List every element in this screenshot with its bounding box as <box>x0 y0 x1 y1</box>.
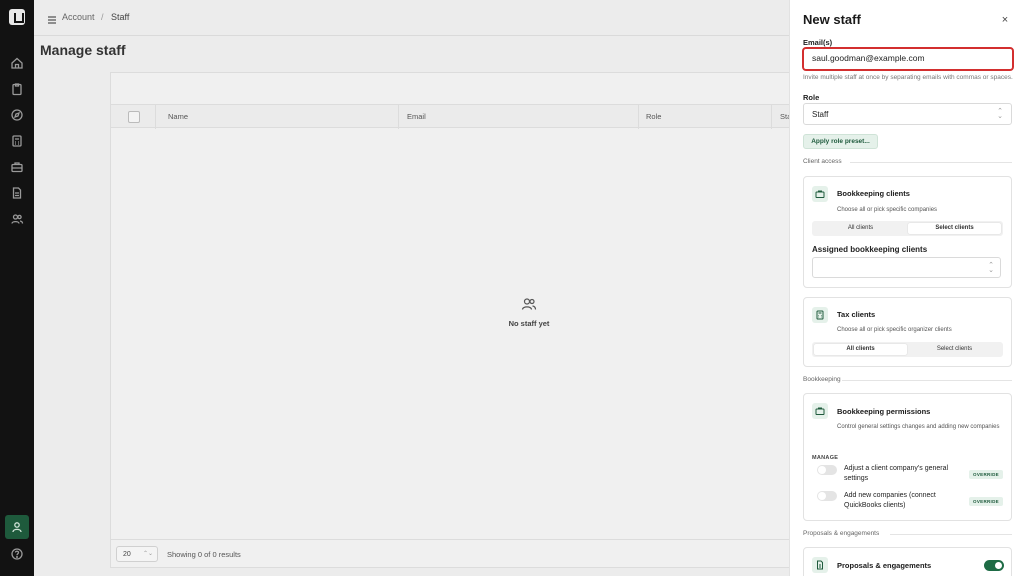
card-subtitle: Choose all or pick specific organizer cl… <box>837 327 952 333</box>
emails-hint: Invite multiple staff at once by separat… <box>803 74 1013 81</box>
briefcase-icon[interactable] <box>10 160 24 174</box>
briefcase-icon <box>812 403 828 419</box>
document-icon <box>812 557 828 573</box>
override-badge: OVERRIDE <box>969 497 1003 506</box>
section-divider <box>850 162 1012 163</box>
bookkeeping-permissions-card: Bookkeeping permissions Control general … <box>803 393 1012 521</box>
add-companies-toggle[interactable] <box>817 491 837 501</box>
apply-role-preset-button[interactable]: Apply role preset... <box>803 134 878 149</box>
role-select[interactable]: Staff ⌃ ⌄ <box>803 103 1012 125</box>
card-title: Bookkeeping permissions <box>837 407 931 416</box>
proposals-card: Proposals & engagements <box>803 547 1012 576</box>
card-title: Bookkeeping clients <box>837 189 910 198</box>
main-area: Account / Staff Manage staff Name Email … <box>34 0 789 576</box>
tax-clients-card: Tax clients Choose all or pick specific … <box>803 297 1012 367</box>
option-all-clients[interactable]: All clients <box>814 344 907 355</box>
staff-table: Name Email Role Sta No staff yet 20 ⌃⌄ S… <box>110 72 789 568</box>
column-divider <box>398 105 399 129</box>
bookkeeping-clients-toggle: All clients Select clients <box>812 221 1003 236</box>
card-title: Proposals & engagements <box>837 561 932 570</box>
clipboard-icon[interactable] <box>10 82 24 96</box>
assigned-clients-label: Assigned bookkeeping clients <box>812 245 928 254</box>
card-subtitle: Choose all or pick specific companies <box>837 207 938 213</box>
help-icon[interactable] <box>10 547 24 561</box>
assigned-clients-select[interactable]: ⌃ ⌄ <box>812 257 1001 278</box>
results-count: Showing 0 of 0 results <box>167 550 241 559</box>
chevron-updown-icon: ⌃⌄ <box>997 108 1003 120</box>
role-value: Staff <box>812 110 829 119</box>
person-icon <box>12 522 22 533</box>
column-header-status[interactable]: Sta <box>780 112 789 121</box>
proposals-toggle[interactable] <box>984 560 1004 571</box>
drawer-title: New staff <box>803 12 861 27</box>
emails-label: Email(s) <box>803 38 833 47</box>
chevron-updown-icon: ⌃⌄ <box>142 551 153 557</box>
calculator-icon <box>812 307 828 323</box>
profile-nav-button[interactable] <box>5 515 29 539</box>
app-logo[interactable] <box>9 9 25 25</box>
card-subtitle: Control general settings changes and add… <box>837 424 1000 430</box>
close-button[interactable]: × <box>999 14 1011 26</box>
manage-label: MANAGE <box>812 455 839 461</box>
document-icon[interactable] <box>10 186 24 200</box>
column-divider <box>771 105 772 129</box>
users-icon <box>521 296 537 312</box>
compass-icon[interactable] <box>10 108 24 122</box>
tax-clients-toggle: All clients Select clients <box>812 342 1003 357</box>
table-header: Name Email Role Sta <box>111 104 789 129</box>
section-divider <box>842 380 1012 381</box>
page-size-value: 20 <box>123 551 131 558</box>
breadcrumb-separator: / <box>101 12 104 22</box>
option-select-clients[interactable]: Select clients <box>908 223 1001 234</box>
empty-state-text: No staff yet <box>508 319 550 328</box>
override-badge: OVERRIDE <box>969 470 1003 479</box>
permission-label: Adjust a client company's general settin… <box>844 465 949 482</box>
briefcase-icon <box>812 186 828 202</box>
adjust-settings-toggle[interactable] <box>817 465 837 475</box>
option-select-clients[interactable]: Select clients <box>908 344 1001 355</box>
select-all-checkbox[interactable] <box>128 111 140 123</box>
page-size-select[interactable]: 20 ⌃⌄ <box>116 546 158 562</box>
role-label: Role <box>803 93 820 102</box>
calculator-icon[interactable] <box>10 134 24 148</box>
emails-input[interactable]: saul.goodman@example.com <box>802 47 1014 71</box>
home-icon[interactable] <box>10 56 24 70</box>
top-bar: Account / Staff <box>34 0 789 36</box>
column-divider <box>638 105 639 129</box>
section-label-proposals: Proposals & engagements <box>803 530 880 537</box>
bookkeeping-clients-card: Bookkeeping clients Choose all or pick s… <box>803 176 1012 288</box>
new-staff-drawer: New staff × Email(s) saul.goodman@exampl… <box>789 0 1024 576</box>
column-divider <box>155 105 156 129</box>
users-icon[interactable] <box>10 212 24 226</box>
card-title: Tax clients <box>837 310 876 319</box>
option-all-clients[interactable]: All clients <box>814 223 907 234</box>
breadcrumb-account[interactable]: Account <box>62 12 95 22</box>
chevron-updown-icon: ⌃⌄ <box>988 262 994 274</box>
section-label-client-access: Client access <box>803 158 842 165</box>
column-header-role[interactable]: Role <box>646 112 661 121</box>
section-label-bookkeeping: Bookkeeping <box>803 376 841 383</box>
column-header-email[interactable]: Email <box>407 112 426 121</box>
left-rail <box>0 0 34 576</box>
column-header-name[interactable]: Name <box>168 112 188 121</box>
page-title: Manage staff <box>40 42 126 58</box>
section-divider <box>890 534 1012 535</box>
table-footer: 20 ⌃⌄ Showing 0 of 0 results <box>111 539 789 569</box>
permission-label: Add new companies (connect QuickBooks cl… <box>844 492 936 509</box>
menu-icon[interactable] <box>47 12 57 24</box>
breadcrumb-staff: Staff <box>111 12 130 22</box>
